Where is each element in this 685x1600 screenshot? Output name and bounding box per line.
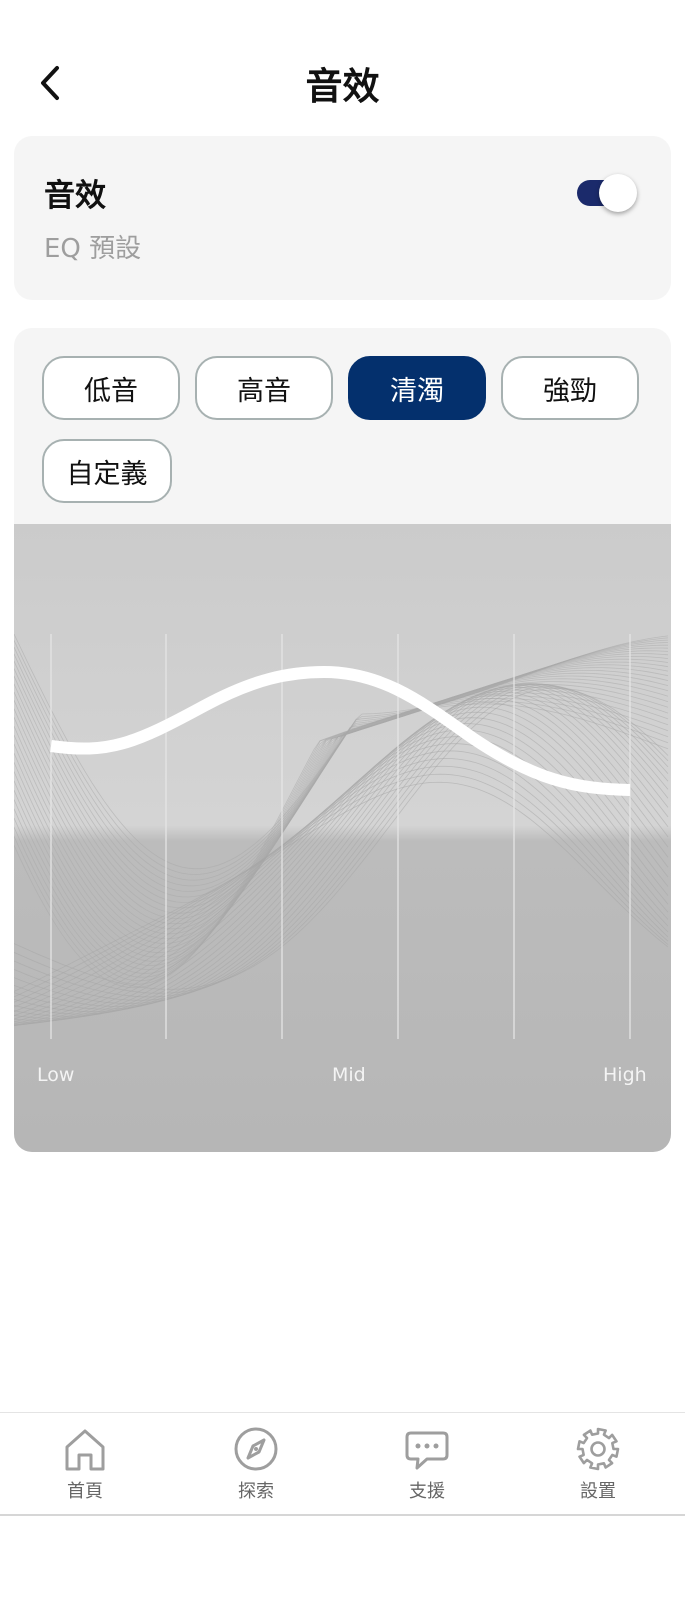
axis-label-low: Low bbox=[37, 1064, 75, 1086]
toggle-knob bbox=[599, 174, 637, 212]
chat-bubble-icon bbox=[405, 1431, 449, 1470]
gear-icon bbox=[576, 1427, 620, 1471]
axis-label-high: High bbox=[603, 1064, 647, 1086]
page-title: 音效 bbox=[305, 65, 380, 108]
compass-icon bbox=[234, 1427, 278, 1471]
bottom-nav: 首頁 探索 支援 設置 bbox=[0, 1412, 685, 1516]
eq-curve-svg bbox=[14, 633, 669, 1039]
nav-home[interactable]: 首頁 bbox=[35, 1425, 135, 1509]
nav-support-label: 支援 bbox=[409, 1481, 445, 1502]
waveform-background bbox=[14, 633, 669, 1027]
eq-graph[interactable]: Low Mid High bbox=[14, 524, 671, 1152]
axis-label-mid: Mid bbox=[332, 1064, 366, 1086]
preset-powerful-button[interactable]: 強勁 bbox=[501, 356, 639, 420]
home-icon bbox=[65, 1429, 105, 1471]
nav-settings[interactable]: 設置 bbox=[548, 1425, 648, 1509]
nav-explore[interactable]: 探索 bbox=[206, 1425, 306, 1509]
nav-settings-label: 設置 bbox=[580, 1481, 616, 1502]
sound-effect-card: 音效 EQ 預設 bbox=[14, 136, 671, 300]
sound-effect-toggle[interactable] bbox=[577, 172, 639, 214]
sound-effect-title: 音效 bbox=[44, 178, 106, 214]
nav-explore-label: 探索 bbox=[238, 1481, 274, 1502]
eq-preset-subtitle: EQ 預設 bbox=[44, 234, 142, 264]
eq-card: 低音 高音 清濁 強勁 自定義 Low Mid High bbox=[14, 328, 671, 1152]
eq-settings-screen: 音效 音效 EQ 預設 低音 高音 清濁 強勁 自定義 Low Mid High… bbox=[0, 0, 685, 1600]
preset-bass-button[interactable]: 低音 bbox=[42, 356, 180, 420]
nav-home-label: 首頁 bbox=[67, 1481, 103, 1502]
preset-clear-button[interactable]: 清濁 bbox=[348, 356, 486, 420]
preset-custom-button[interactable]: 自定義 bbox=[42, 439, 172, 503]
preset-treble-button[interactable]: 高音 bbox=[195, 356, 333, 420]
nav-support[interactable]: 支援 bbox=[377, 1425, 477, 1509]
